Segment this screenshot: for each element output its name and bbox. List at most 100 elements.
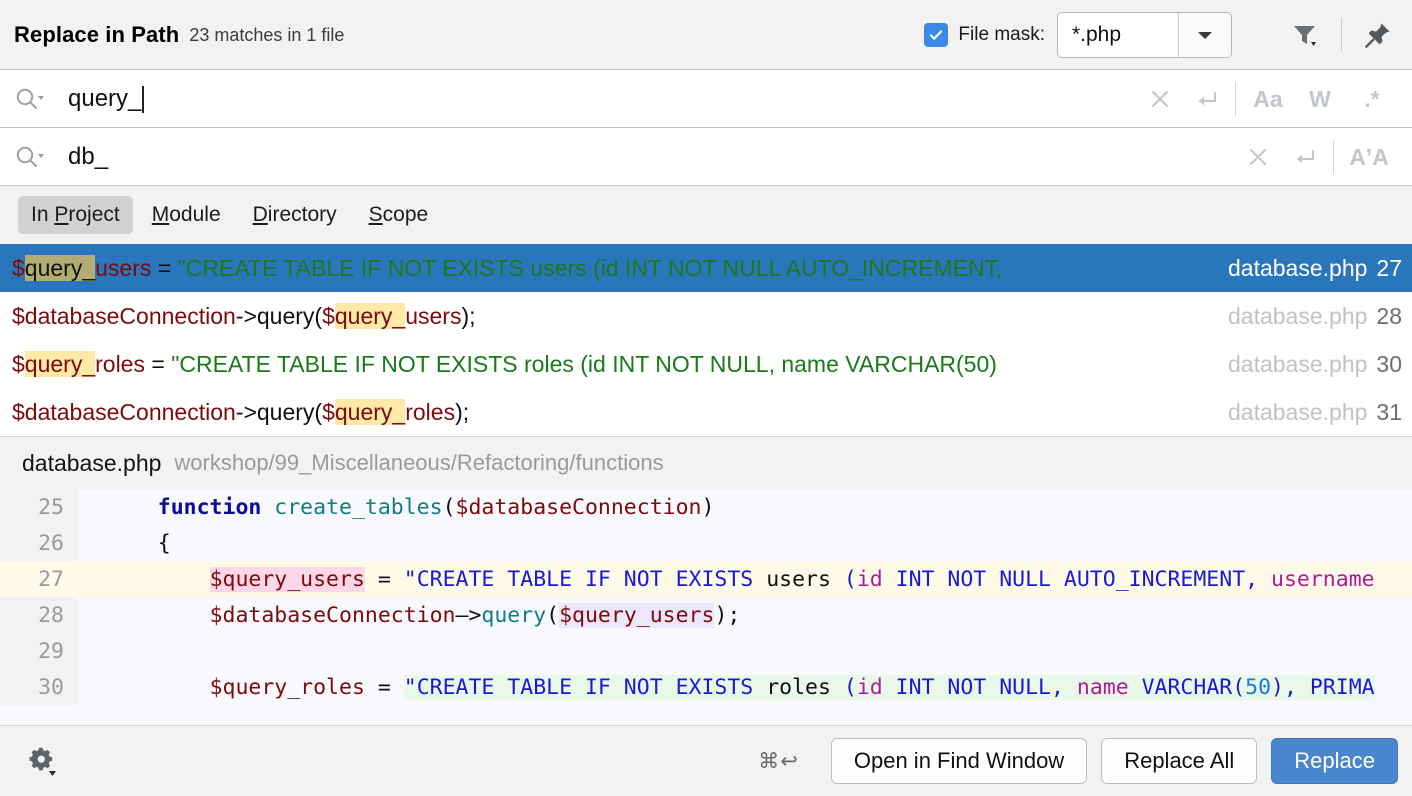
code-fragment: $ (12, 254, 25, 281)
result-row[interactable]: $databaseConnection->query($query_roles)… (0, 388, 1412, 436)
code-token: function (157, 494, 262, 520)
code-line: 30 $query_roles = "CREATE TABLE IF NOT E… (0, 669, 1412, 705)
search-field-row[interactable]: query_ Aa W .* (0, 70, 1412, 128)
scope-tab-scope[interactable]: Scope (356, 196, 442, 234)
code-token: ); (714, 602, 741, 628)
result-line-number: 31 (1376, 398, 1402, 425)
header-divider (1341, 18, 1342, 52)
code-token: INT NOT NULL, (882, 674, 1077, 700)
search-icon[interactable] (12, 85, 46, 113)
file-mask-value[interactable]: *.php (1058, 13, 1178, 57)
regex-toggle[interactable]: .* (1346, 76, 1398, 122)
replace-input[interactable]: db_ (68, 143, 108, 171)
shortcut-hint: ⌘↩ (758, 749, 799, 773)
divider (1333, 140, 1334, 174)
result-row[interactable]: $query_roles = "CREATE TABLE IF NOT EXIS… (0, 340, 1412, 388)
scope-tab-in-project[interactable]: In Project (18, 196, 133, 234)
header-controls: File mask: *.php (924, 12, 1398, 58)
gear-icon[interactable] (20, 739, 64, 783)
new-line-icon[interactable] (1281, 134, 1327, 180)
search-input[interactable]: query_ (68, 85, 141, 113)
code-fragment: users (405, 302, 462, 329)
match-highlight: query_ (24, 350, 96, 377)
preview-code[interactable]: 25 function create_tables($databaseConne… (0, 489, 1412, 705)
code-token: $databaseConnection (455, 494, 702, 520)
match-highlight: query_ (334, 398, 406, 425)
match-highlight: query_ (334, 302, 406, 329)
close-icon[interactable] (1137, 76, 1183, 122)
file-mask-checkbox[interactable] (924, 23, 949, 47)
result-location: database.php 27 (1224, 255, 1402, 282)
pin-icon[interactable] (1358, 15, 1398, 55)
code-token: = (364, 674, 404, 700)
code-line: 28 $databaseConnection –> query($query_use… (0, 597, 1412, 633)
search-icon[interactable] (12, 143, 46, 171)
code-token: 50 (1245, 674, 1272, 700)
result-line-number: 28 (1376, 302, 1402, 329)
dialog-footer: ⌘↩ Open in Find Window Replace All Repla… (0, 725, 1412, 796)
code-fragment: "CREATE TABLE IF NOT EXISTS users (id IN… (177, 254, 1003, 281)
result-file-name: database.php (1228, 350, 1368, 377)
chevron-down-icon[interactable] (1178, 13, 1231, 57)
code-fragment: roles (405, 398, 456, 425)
preserve-case-toggle[interactable]: AʼA (1340, 134, 1398, 180)
code-fragment: $databaseConnection (12, 302, 236, 329)
code-line-content[interactable]: $databaseConnection –> query($query_users)… (78, 597, 1412, 633)
code-fragment: "CREATE TABLE IF NOT EXISTS roles (id IN… (171, 350, 997, 377)
code-line-content[interactable]: function create_tables($databaseConnecti… (78, 489, 1412, 525)
new-line-icon[interactable] (1183, 76, 1229, 122)
scope-label-suffix: cope (382, 203, 429, 226)
code-token: VARCHAR( (1128, 674, 1246, 700)
preview-file-name: database.php (22, 449, 162, 476)
line-number-gutter: 29 (0, 633, 78, 669)
filter-icon[interactable] (1285, 15, 1325, 55)
result-text: $databaseConnection->query($query_roles)… (12, 398, 469, 426)
code-fragment: $ (322, 398, 335, 425)
text-caret (142, 85, 145, 113)
code-token: username (1271, 566, 1375, 592)
code-fragment: $ (12, 350, 25, 377)
replace-button[interactable]: Replace (1271, 738, 1398, 784)
result-row[interactable]: $databaseConnection->query($query_users)… (0, 292, 1412, 340)
divider (1235, 82, 1236, 116)
open-in-find-window-button[interactable]: Open in Find Window (830, 738, 1088, 784)
code-fragment: = (144, 350, 172, 377)
line-number-gutter: 30 (0, 669, 78, 705)
replace-field-row[interactable]: db_ AʼA (0, 128, 1412, 186)
replace-in-path-dialog: Replace in Path 23 matches in 1 file Fil… (0, 0, 1412, 796)
code-line-content[interactable] (78, 633, 1412, 669)
replace-field-actions: AʼA (1235, 134, 1412, 180)
match-case-toggle[interactable]: Aa (1242, 76, 1294, 122)
result-location: database.php 30 (1224, 351, 1402, 378)
file-mask-combobox[interactable]: *.php (1057, 12, 1232, 58)
scope-tab-directory[interactable]: Directory (240, 196, 350, 234)
line-number-gutter: 25 (0, 489, 78, 525)
code-line: 25 function create_tables($databaseConne… (0, 489, 1412, 525)
replace-all-button[interactable]: Replace All (1101, 738, 1258, 784)
result-location: database.php 28 (1224, 303, 1402, 330)
code-token: query (481, 602, 547, 628)
code-line-content[interactable]: $query_users = "CREATE TABLE IF NOT EXIS… (78, 561, 1412, 597)
scope-mnemonic: P (54, 203, 69, 226)
scope-label-suffix: roject (68, 203, 120, 226)
code-token: ( (843, 566, 857, 592)
result-row[interactable]: $query_users = "CREATE TABLE IF NOT EXIS… (0, 244, 1412, 292)
file-mask-label: File mask: (958, 24, 1045, 45)
code-line-content[interactable]: $query_roles = "CREATE TABLE IF NOT EXIS… (78, 669, 1412, 705)
code-token: = (364, 566, 404, 592)
words-toggle[interactable]: W (1294, 76, 1346, 122)
page-title: Replace in Path (14, 22, 180, 47)
scope-label-prefix: In (31, 203, 55, 226)
code-token: –> (455, 602, 482, 628)
code-fragment: $databaseConnection (12, 398, 236, 425)
code-token: users (766, 566, 844, 592)
code-token: create_tables (274, 494, 443, 520)
code-line-content[interactable]: { (78, 525, 1412, 561)
results-list[interactable]: $query_users = "CREATE TABLE IF NOT EXIS… (0, 244, 1412, 436)
result-file-name: database.php (1228, 302, 1368, 329)
scope-tab-module[interactable]: Module (139, 196, 234, 234)
close-icon[interactable] (1235, 134, 1281, 180)
